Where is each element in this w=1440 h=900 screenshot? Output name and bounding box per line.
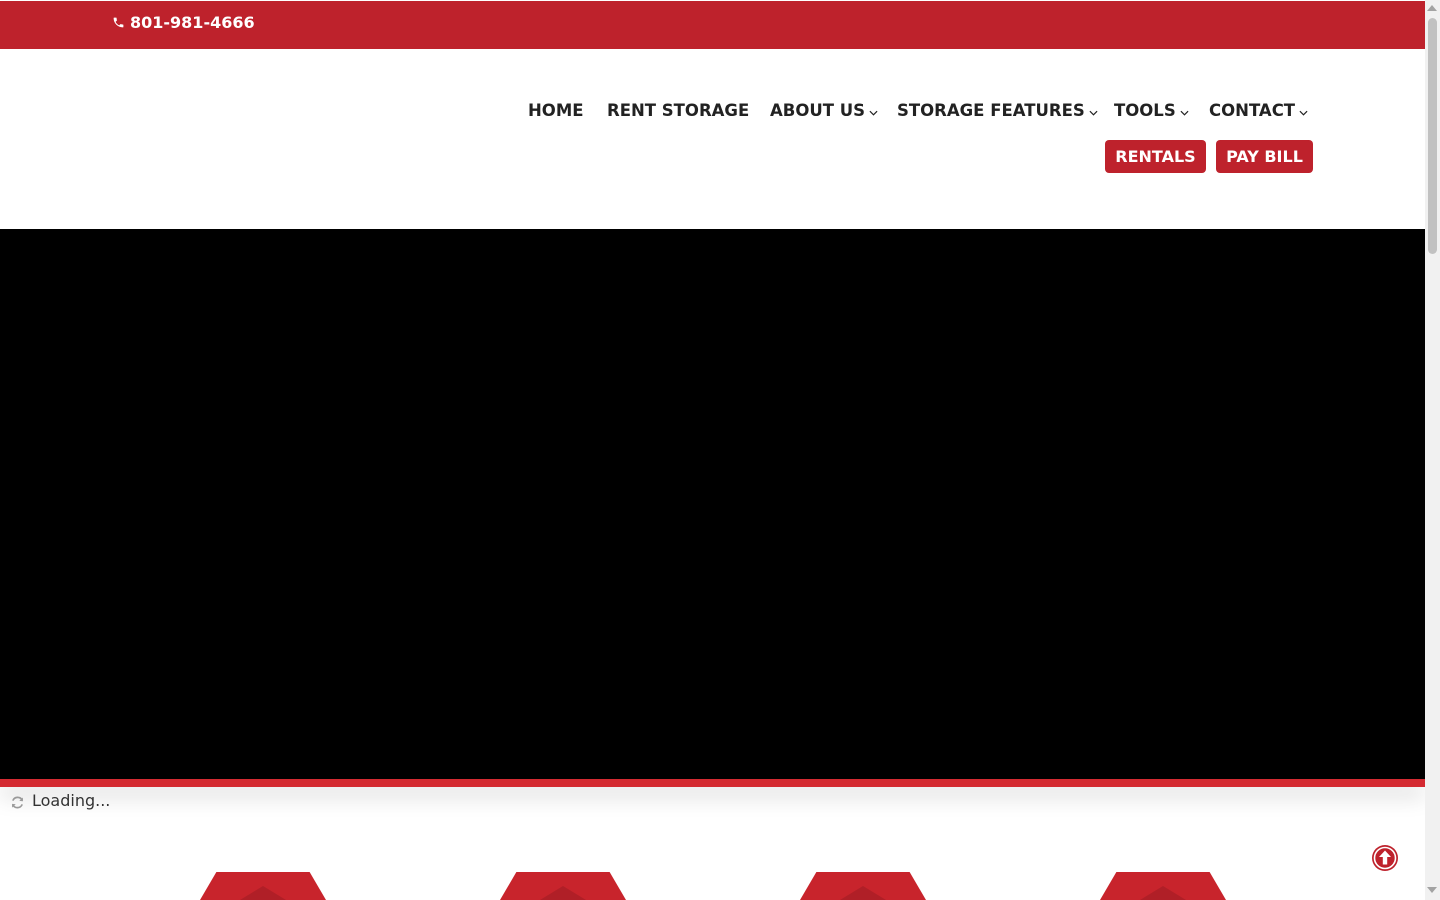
- chevron-down-icon: [869, 110, 878, 116]
- chevron-down-icon: [1180, 110, 1189, 116]
- page: 801-981-4666 HOME RENT STORAGE ABOUT US …: [0, 0, 1440, 900]
- feature-shape: [1140, 886, 1186, 900]
- chevron-down-icon: [1299, 110, 1308, 116]
- feature-card-2[interactable]: [500, 872, 626, 900]
- nav-item-label: STORAGE FEATURES: [897, 101, 1085, 120]
- phone-number: 801-981-4666: [130, 13, 255, 32]
- rentals-button[interactable]: RENTALS: [1105, 140, 1206, 173]
- scroll-down-icon[interactable]: [1427, 887, 1437, 893]
- loading-text: Loading...: [32, 791, 111, 810]
- refresh-icon: [12, 796, 23, 808]
- hero-video: [0, 229, 1425, 779]
- nav-item-label: CONTACT: [1209, 101, 1296, 120]
- feature-shape: [540, 886, 586, 900]
- chevron-down-icon: [1089, 110, 1098, 116]
- scrollbar-thumb[interactable]: [1428, 18, 1437, 254]
- nav-item-label: HOME: [528, 101, 584, 120]
- arrow-up-circle-icon[interactable]: [1371, 844, 1399, 872]
- feature-card-4[interactable]: [1100, 872, 1226, 900]
- phone-icon: [113, 17, 124, 28]
- hero-accent-bar: [0, 779, 1425, 787]
- feature-card-3[interactable]: [800, 872, 926, 900]
- nav-item-about-us[interactable]: ABOUT US: [770, 101, 878, 120]
- nav-item-contact[interactable]: CONTACT: [1209, 101, 1308, 120]
- nav-item-tools[interactable]: TOOLS: [1114, 101, 1189, 120]
- feature-shape: [840, 886, 886, 900]
- nav-item-label: RENT STORAGE: [607, 101, 750, 120]
- phone-link[interactable]: 801-981-4666: [112, 13, 255, 32]
- nav-item-rent-storage[interactable]: RENT STORAGE: [607, 101, 749, 120]
- nav-item-label: TOOLS: [1114, 101, 1176, 120]
- pay-bill-button[interactable]: PAY BILL: [1216, 140, 1313, 173]
- nav-item-storage-features[interactable]: STORAGE FEATURES: [897, 101, 1098, 120]
- scroll-up-icon[interactable]: [1427, 5, 1437, 11]
- nav-item-home[interactable]: HOME: [528, 101, 584, 120]
- top-bar: 801-981-4666: [0, 1, 1425, 49]
- feature-card-1[interactable]: [200, 872, 326, 900]
- loading-indicator: Loading...: [10, 791, 110, 810]
- main-nav: HOME RENT STORAGE ABOUT US STORAGE FEATU…: [0, 101, 1425, 125]
- feature-shape: [240, 886, 286, 900]
- nav-item-label: ABOUT US: [770, 101, 866, 120]
